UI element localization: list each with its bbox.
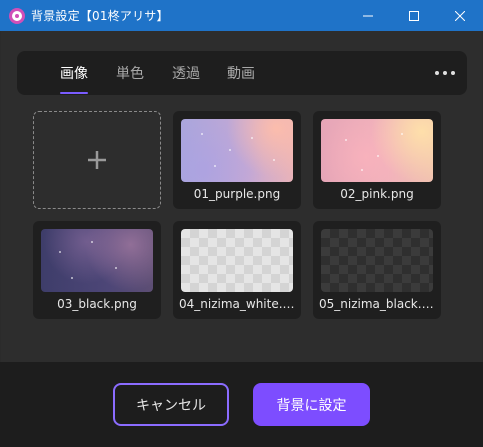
- image-filename: 04_nizima_white.png: [179, 297, 301, 311]
- more-horizontal-icon: [435, 71, 439, 75]
- image-thumbnail: [41, 229, 153, 292]
- image-card-nizima-white[interactable]: 04_nizima_white.png: [173, 221, 301, 319]
- image-thumbnail: [321, 229, 433, 292]
- image-filename: 01_purple.png: [193, 187, 281, 201]
- image-filename: 02_pink.png: [340, 187, 414, 201]
- maximize-button[interactable]: [391, 0, 437, 31]
- dialog-body: 画像 単色 透過 動画 01_purple.png 02_pink.png 03…: [1, 31, 482, 362]
- minimize-button[interactable]: [345, 0, 391, 31]
- close-icon: [455, 10, 465, 21]
- window-title: 背景設定【01柊アリサ】: [31, 9, 169, 23]
- image-card-nizima-black[interactable]: 05_nizima_black.png: [313, 221, 441, 319]
- image-thumbnail: [181, 119, 293, 182]
- plus-icon: [88, 151, 106, 169]
- image-card-black[interactable]: 03_black.png: [33, 221, 161, 319]
- image-filename: 05_nizima_black.png: [319, 297, 441, 311]
- image-thumbnail: [181, 229, 293, 292]
- image-thumbnail: [321, 119, 433, 182]
- cancel-button[interactable]: キャンセル: [113, 383, 229, 426]
- add-image-button[interactable]: [33, 111, 161, 209]
- tab-solid-color[interactable]: 単色: [116, 63, 144, 83]
- image-filename: 03_black.png: [57, 297, 137, 311]
- tab-image[interactable]: 画像: [60, 63, 88, 83]
- more-options-button[interactable]: [435, 65, 455, 81]
- dialog-footer: キャンセル 背景に設定: [0, 362, 483, 447]
- title-bar: 背景設定【01柊アリサ】: [0, 0, 483, 31]
- tab-transparent[interactable]: 透過: [172, 63, 200, 83]
- set-background-button[interactable]: 背景に設定: [253, 383, 370, 426]
- tab-video[interactable]: 動画: [227, 63, 255, 83]
- tab-active-indicator: [60, 92, 88, 94]
- window-controls: [345, 0, 483, 31]
- image-card-pink[interactable]: 02_pink.png: [313, 111, 441, 209]
- minimize-icon: [363, 15, 373, 16]
- tab-bar: 画像 単色 透過 動画: [17, 51, 467, 95]
- maximize-icon: [409, 10, 419, 21]
- app-icon: [9, 7, 25, 24]
- image-card-purple[interactable]: 01_purple.png: [173, 111, 301, 209]
- close-button[interactable]: [437, 0, 483, 31]
